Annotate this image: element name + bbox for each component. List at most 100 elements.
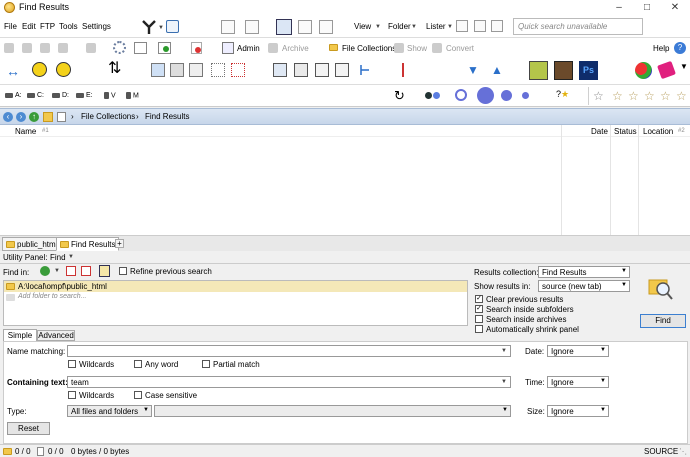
sync-left-icon[interactable]	[32, 62, 47, 77]
show-icon[interactable]	[394, 43, 404, 53]
clock-window-icon[interactable]	[166, 20, 179, 33]
layout-details-icon[interactable]	[276, 19, 292, 35]
help-button[interactable]: Help	[653, 44, 669, 53]
type-select[interactable]: All files and folders ▼	[67, 405, 152, 417]
list-view-icon[interactable]	[315, 63, 329, 77]
chevron-down-icon[interactable]: ▼	[68, 254, 74, 260]
up-icon[interactable]: ↑	[29, 112, 39, 122]
menu-settings[interactable]: Settings	[82, 22, 111, 31]
drive-a[interactable]: A:	[5, 92, 22, 99]
drive-c[interactable]: C:	[27, 92, 44, 99]
swap-arrows-icon[interactable]: ↔	[6, 64, 20, 78]
layout-viewer-icon[interactable]	[319, 20, 333, 34]
chevron-down-icon[interactable]: ▼	[158, 25, 164, 31]
chevron-down-icon[interactable]: ▼	[501, 348, 507, 354]
file-collections-button[interactable]: File Collections	[342, 44, 396, 53]
show-button[interactable]: Show	[407, 44, 427, 53]
layout-tree-icon[interactable]	[298, 20, 312, 34]
menu-lister[interactable]: Lister	[426, 22, 446, 31]
auto-shrink-checkbox[interactable]	[475, 325, 483, 333]
edit-icon[interactable]	[151, 63, 165, 77]
archive-button[interactable]: Archive	[282, 44, 309, 53]
rename-icon[interactable]	[134, 42, 147, 54]
show-results-select[interactable]: source (new tab) ▼	[538, 280, 630, 292]
star-5-icon[interactable]: ☆	[676, 89, 687, 103]
layout-single-icon[interactable]	[221, 20, 235, 34]
menu-tools[interactable]: Tools	[59, 22, 78, 31]
tab-simple[interactable]: Simple	[3, 329, 37, 341]
column-name[interactable]: Name	[15, 127, 36, 136]
breadcrumb-current[interactable]: Find Results	[145, 112, 189, 121]
case-sensitive-checkbox[interactable]	[134, 391, 142, 399]
menu-view[interactable]: View	[354, 22, 371, 31]
filter-fork-icon[interactable]	[140, 19, 158, 35]
partial-match-checkbox[interactable]	[202, 360, 210, 368]
star-2-icon[interactable]: ☆	[628, 89, 639, 103]
maximize-button[interactable]: □	[633, 0, 661, 16]
time-select[interactable]: Ignore ▼	[547, 376, 609, 388]
column-date[interactable]: Date	[591, 127, 608, 136]
menu-edit[interactable]: Edit	[22, 22, 36, 31]
medium-dot-icon[interactable]	[501, 90, 512, 101]
close-lister-icon[interactable]	[491, 20, 503, 32]
any-word-checkbox[interactable]	[134, 360, 142, 368]
clear-locations-icon[interactable]	[81, 266, 91, 276]
archive-icon[interactable]	[268, 43, 278, 53]
admin-icon[interactable]	[222, 42, 234, 54]
new-file-icon[interactable]	[4, 43, 14, 53]
calendar-icon[interactable]	[189, 63, 203, 77]
drive-e[interactable]: E:	[76, 92, 93, 99]
name-matching-input[interactable]	[67, 345, 511, 357]
ring-icon[interactable]	[455, 89, 467, 101]
file-collections-icon[interactable]	[329, 44, 338, 51]
image-editor-icon[interactable]	[529, 61, 548, 80]
forward-icon[interactable]: ›	[16, 112, 26, 122]
eye-down-icon[interactable]: ▼	[465, 63, 481, 77]
grid-icon[interactable]	[211, 63, 225, 77]
back-icon[interactable]: ‹	[3, 112, 13, 122]
column-location[interactable]: Location	[643, 127, 673, 136]
file-list[interactable]	[0, 137, 690, 235]
search-archives-checkbox[interactable]	[475, 315, 483, 323]
thumbnail-view-icon[interactable]	[273, 63, 287, 77]
size-select[interactable]: Ignore ▼	[547, 405, 609, 417]
menu-folder[interactable]: Folder	[388, 22, 411, 31]
star-4-icon[interactable]: ☆	[660, 89, 671, 103]
photoshop-icon[interactable]: Ps	[579, 61, 598, 80]
tree-view-icon[interactable]	[358, 63, 372, 77]
find-button[interactable]: Find	[640, 314, 686, 328]
admin-button[interactable]: Admin	[237, 44, 260, 53]
tab-find-results[interactable]: Find Results	[56, 237, 120, 251]
add-location-icon[interactable]	[40, 266, 50, 276]
layout-dual-icon[interactable]	[245, 20, 259, 34]
menu-file[interactable]: File	[4, 22, 17, 31]
close-button[interactable]: ✕	[661, 0, 689, 16]
calculator-icon[interactable]	[170, 63, 184, 77]
dual-lister-icon[interactable]	[474, 20, 486, 32]
add-folder-hint[interactable]: Add folder to search...	[18, 293, 86, 300]
wildcards-text-checkbox[interactable]	[68, 391, 76, 399]
properties-icon[interactable]	[86, 43, 96, 53]
gear-icon[interactable]	[113, 41, 126, 54]
new-lister-icon[interactable]	[456, 20, 468, 32]
star-0-icon[interactable]: ☆	[593, 89, 604, 103]
sort-arrows-icon[interactable]: ⇅	[108, 60, 121, 78]
type-detail-select[interactable]: ▼	[154, 405, 511, 417]
big-dot-icon[interactable]	[477, 87, 494, 104]
results-collection-select[interactable]: Find Results ▼	[538, 266, 630, 278]
add-tab-button[interactable]: +	[115, 239, 124, 248]
sync-right-icon[interactable]	[56, 62, 71, 77]
unrated-star-icon[interactable]: ?★	[556, 89, 569, 100]
quick-search-input[interactable]: Quick search unavailable	[513, 18, 643, 35]
favorites-icon[interactable]	[43, 112, 53, 122]
color-palette-icon[interactable]	[635, 62, 652, 79]
utility-mode-dropdown[interactable]: Find	[50, 253, 66, 262]
refine-checkbox[interactable]	[119, 267, 127, 275]
containing-text-input[interactable]: team	[67, 376, 511, 388]
list-item[interactable]: A:\local\ompf\public_html	[4, 281, 467, 292]
chevron-down-icon[interactable]: ▼	[501, 379, 507, 385]
chevron-down-icon[interactable]: ▼	[680, 62, 688, 71]
reset-button[interactable]: Reset	[7, 422, 50, 435]
resize-grip-icon[interactable]: ⋱	[679, 447, 687, 456]
print-icon[interactable]	[58, 43, 68, 53]
